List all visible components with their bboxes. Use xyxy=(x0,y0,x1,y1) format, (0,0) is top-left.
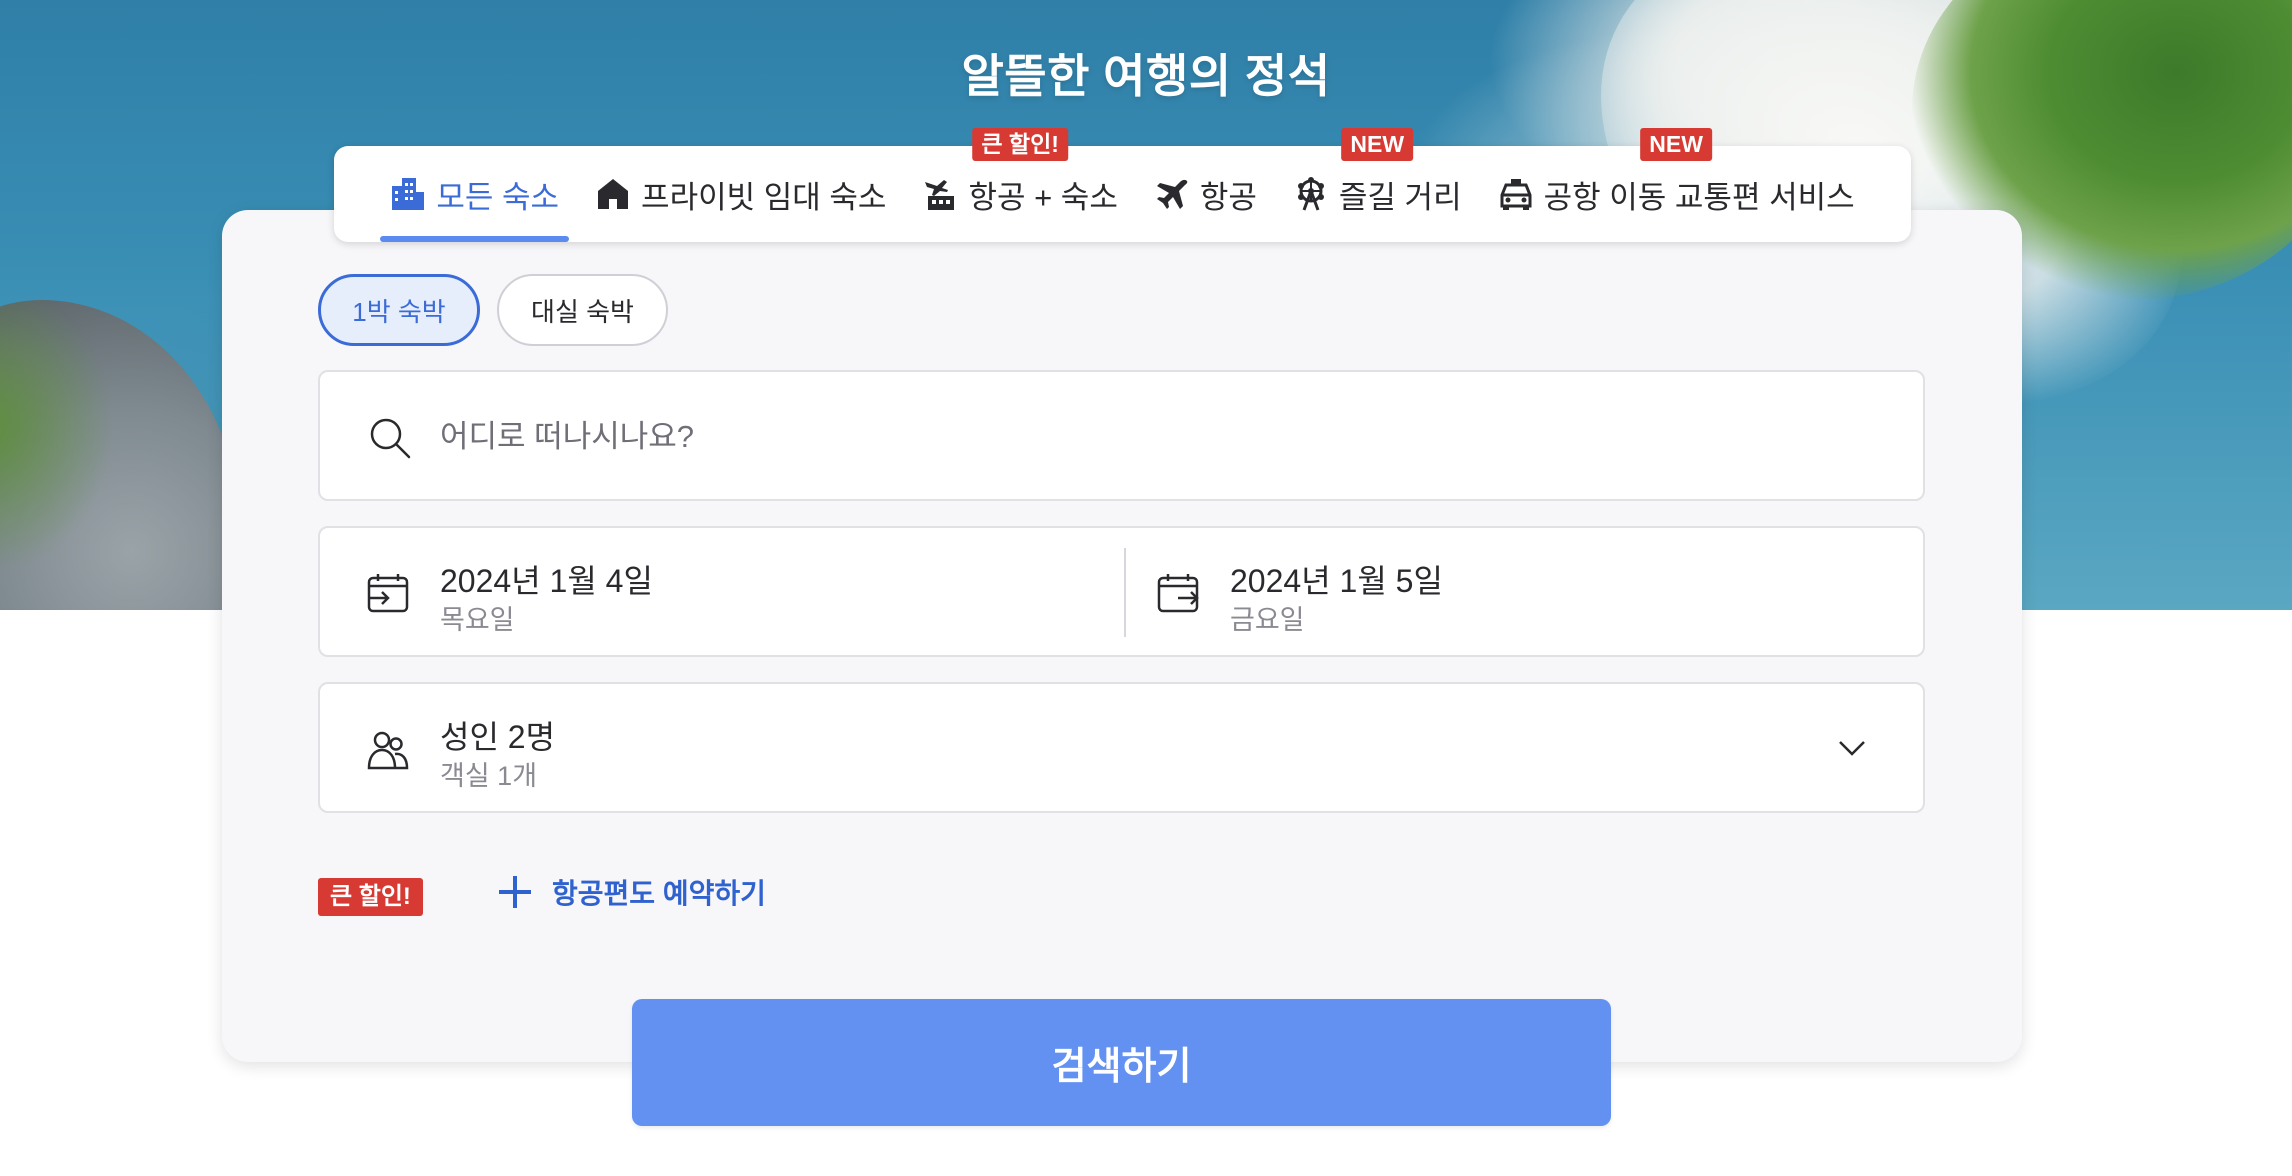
airplane-icon xyxy=(1154,176,1190,212)
checkout-weekday: 금요일 xyxy=(1230,605,1305,635)
occupancy-selector[interactable]: 성인 2명 객실 1개 xyxy=(318,682,1925,813)
building-icon xyxy=(390,176,426,212)
add-flight-link[interactable]: 항공편도 예약하기 xyxy=(496,872,766,912)
tab-label: 항공 + 숙소 xyxy=(968,179,1118,215)
deal-badge: 큰 할인! xyxy=(972,128,1068,162)
checkin-date-field[interactable]: 2024년 1월 4일 목요일 xyxy=(320,528,1124,655)
ferris-wheel-icon xyxy=(1293,176,1329,212)
search-icon xyxy=(368,416,412,460)
rooms-count: 객실 1개 xyxy=(440,761,538,791)
product-tab-bar: 모든 숙소 프라이빗 임대 숙소 큰 할인! 항공 + 숙소 항공 NEW 즐길… xyxy=(334,128,1911,242)
checkout-date: 2024년 1월 5일 xyxy=(1230,563,1443,599)
destination-search-input[interactable] xyxy=(440,402,1840,472)
house-icon xyxy=(595,176,631,212)
day-use-toggle[interactable]: 대실 숙박 xyxy=(497,274,668,346)
destination-search-box[interactable] xyxy=(318,370,1925,501)
chevron-down-icon xyxy=(1837,738,1867,758)
checkout-date-field[interactable]: 2024년 1월 5일 금요일 xyxy=(1126,528,1923,655)
page-title: 알뜰한 여행의 정석 xyxy=(961,50,1331,102)
adults-count: 성인 2명 xyxy=(440,719,556,755)
checkin-date: 2024년 1월 4일 xyxy=(440,563,653,599)
new-badge: NEW xyxy=(1640,128,1712,162)
people-icon xyxy=(366,728,410,772)
tab-all-accommodations[interactable]: 모든 숙소 xyxy=(372,146,577,242)
add-flight-label: 항공편도 예약하기 xyxy=(552,878,766,909)
tab-label: 즐길 거리 xyxy=(1338,179,1462,215)
flight-hotel-icon xyxy=(922,176,958,212)
tab-private-rentals[interactable]: 프라이빗 임대 숙소 xyxy=(577,146,904,242)
tab-label: 프라이빗 임대 숙소 xyxy=(641,179,887,215)
calendar-checkin-icon xyxy=(366,571,410,615)
tab-label: 항공 xyxy=(1199,179,1257,215)
date-range-picker: 2024년 1월 4일 목요일 2024년 1월 5일 금요일 xyxy=(318,526,1925,657)
car-icon xyxy=(1498,176,1534,212)
plus-icon xyxy=(496,873,534,911)
checkin-weekday: 목요일 xyxy=(440,605,515,635)
tab-label: 모든 숙소 xyxy=(436,179,560,215)
tab-flights[interactable]: 항공 xyxy=(1136,146,1275,242)
tab-flight-hotel[interactable]: 큰 할인! 항공 + 숙소 xyxy=(904,128,1135,242)
tab-label: 공항 이동 교통편 서비스 xyxy=(1543,179,1855,215)
tab-activities[interactable]: NEW 즐길 거리 xyxy=(1275,128,1480,242)
deal-badge: 큰 할인! xyxy=(318,878,423,917)
search-button[interactable]: 검색하기 xyxy=(632,999,1611,1126)
new-badge: NEW xyxy=(1341,128,1414,162)
overnight-stay-toggle[interactable]: 1박 숙박 xyxy=(318,274,480,346)
tab-airport-transfer[interactable]: NEW 공항 이동 교통편 서비스 xyxy=(1480,128,1873,242)
calendar-checkout-icon xyxy=(1156,571,1200,615)
